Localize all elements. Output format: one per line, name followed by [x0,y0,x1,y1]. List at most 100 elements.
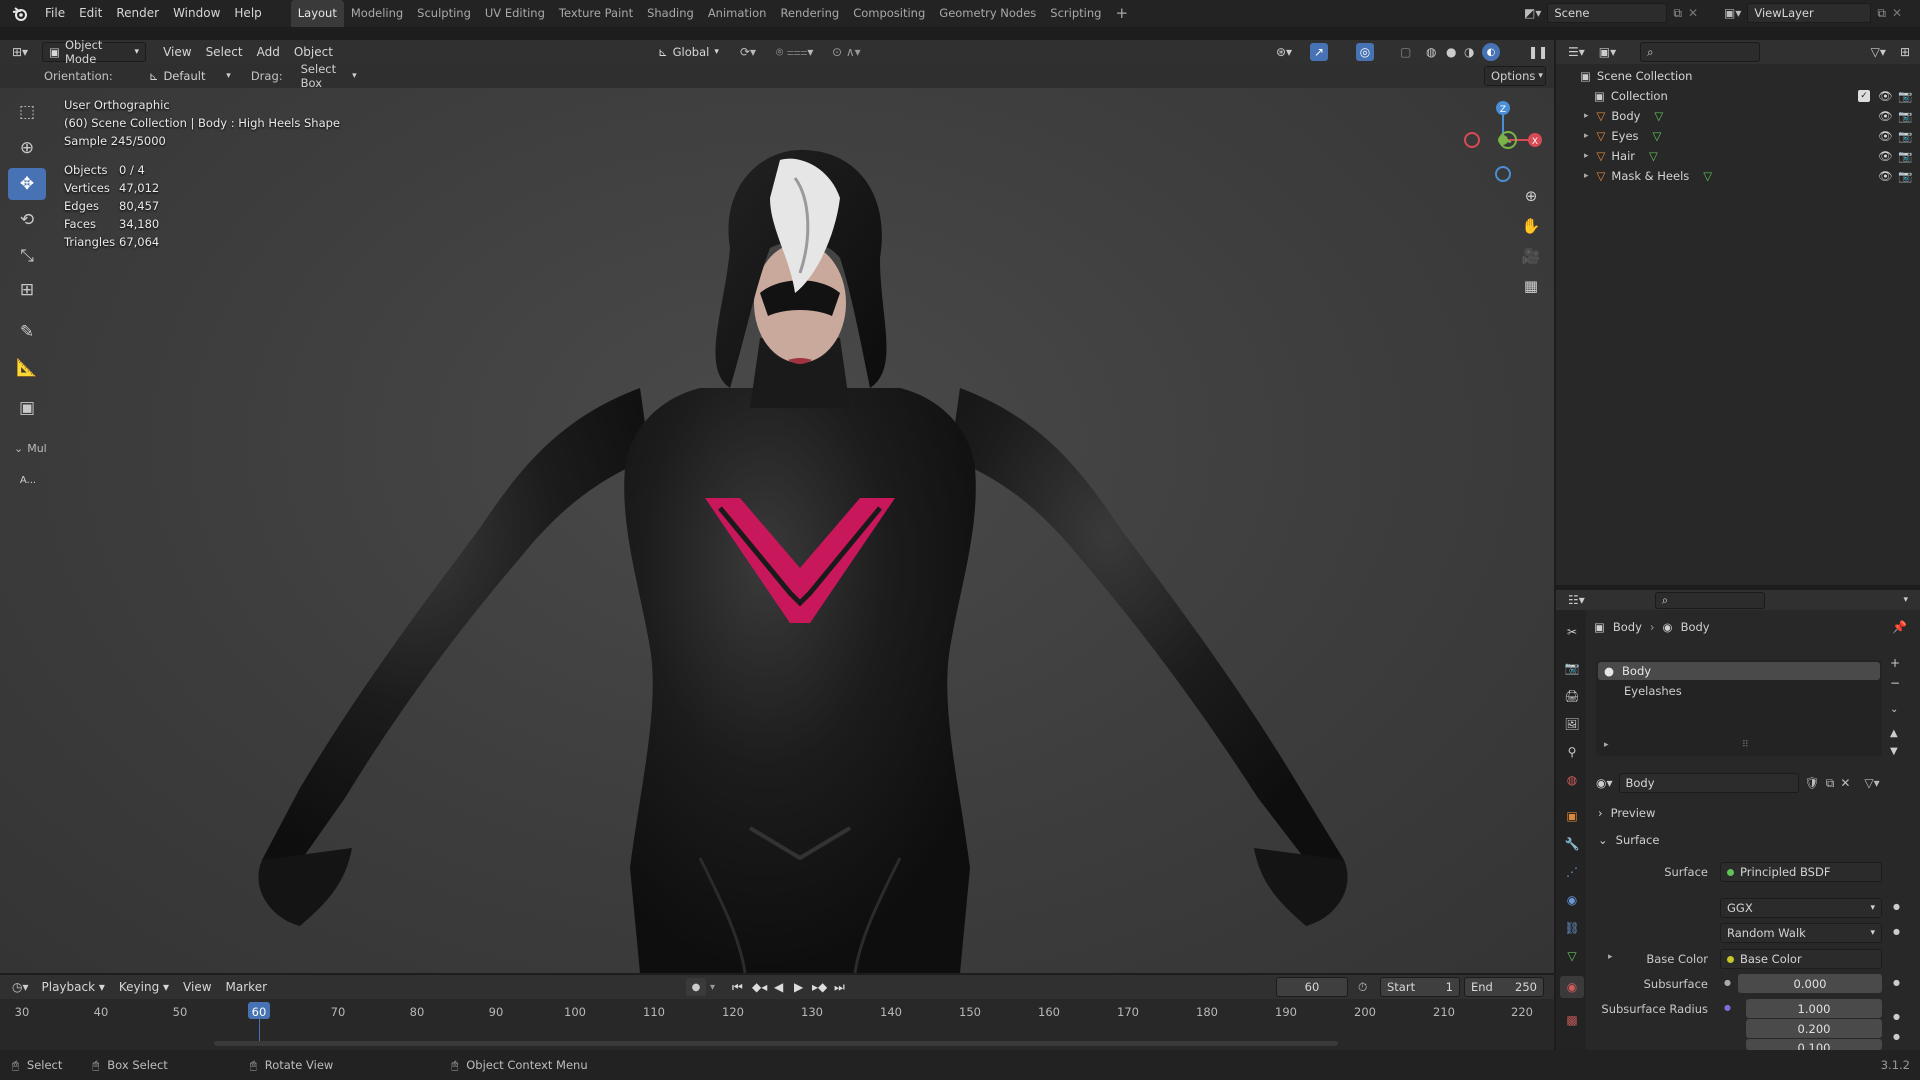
expand-arrow-icon[interactable]: ▸ [1584,171,1589,181]
render-tab-icon[interactable]: 📷 [1564,660,1580,676]
zoom-icon[interactable]: ⊕ [1518,183,1544,209]
proportional-edit-icon[interactable]: ⊙ ∧▾ [832,45,861,59]
keyframe-dot-icon[interactable]: ● [1893,978,1900,987]
vp-menu-add[interactable]: Add [250,39,287,66]
pan-hand-icon[interactable]: ✋ [1518,213,1544,239]
vp-menu-select[interactable]: Select [199,39,250,66]
physics-tab-icon[interactable]: ◉ [1564,892,1580,908]
chevron-down-icon[interactable]: ▾ [1903,595,1908,605]
add-slot-icon[interactable]: + [1890,656,1900,670]
keyframe-dot-icon[interactable]: ● [1893,902,1900,911]
tab-animation[interactable]: Animation [701,0,774,27]
stopwatch-icon[interactable]: ⏱ [1358,980,1367,995]
timeline-editor-icon[interactable]: ◷▾ [12,980,29,994]
close-viewlayer-icon[interactable]: ✕ [1892,6,1902,20]
cursor-tool-icon[interactable]: ⊕ [8,132,46,164]
blender-logo-icon[interactable] [8,2,32,26]
transform-tool-icon[interactable]: ⊞ [8,274,46,306]
pause-render-icon[interactable]: ❚❚ [1528,45,1548,59]
menu-help[interactable]: Help [227,0,268,27]
overlay-toggle-icon[interactable]: ◎ [1356,43,1374,61]
properties-editor-icon[interactable]: ☷▾ [1568,593,1585,607]
options-dropdown[interactable]: Options ▾ [1484,66,1546,86]
material-shading-icon[interactable]: ◑ [1464,45,1474,59]
camera-icon[interactable]: 📷 [1898,129,1912,143]
modifier-tab-icon[interactable]: 🔧 [1564,836,1580,852]
base-color-field[interactable]: Base Color [1720,949,1882,969]
outliner-search-input[interactable]: ⌕ [1640,42,1761,62]
tab-compositing[interactable]: Compositing [846,0,932,27]
play-icon[interactable]: ▶ [794,980,803,994]
ortho-grid-icon[interactable]: ▦ [1518,273,1544,299]
mesh-data-icon[interactable]: ▽ [1653,129,1662,143]
prev-keyframe-icon[interactable]: ◆◂ [752,980,767,994]
keyframe-dot-icon[interactable]: ● [1893,1032,1900,1041]
new-collection-icon[interactable]: ⊞ [1900,45,1910,59]
particles-tab-icon[interactable]: ⋰ [1564,864,1580,880]
output-tab-icon[interactable]: 🖨 [1564,688,1580,704]
solid-shading-icon[interactable]: ● [1446,45,1456,59]
filter-icon[interactable]: ▽▾ [1871,45,1886,59]
tab-uv-editing[interactable]: UV Editing [478,0,552,27]
transform-orientation-dropdown[interactable]: ⊾ Global ▾ [652,42,730,62]
checkbox-icon[interactable]: ✓ [1858,90,1870,102]
vp-menu-view[interactable]: View [156,39,198,66]
annotate-tool-icon[interactable]: ✎ [8,316,46,348]
auto-keying-icon[interactable]: ● [686,978,706,996]
gizmo-toggle-icon[interactable]: ↗ [1310,43,1328,61]
outliner-row-collection[interactable]: ▣ Collection ✓ 👁 📷 [1556,86,1920,106]
start-frame-field[interactable]: Start 1 [1380,977,1460,997]
world-tab-icon[interactable]: ◍ [1564,772,1580,788]
socket-icon[interactable]: ● [1724,978,1731,987]
add-cube-tool-icon[interactable]: ▣ [8,392,46,424]
scene-tab-icon[interactable]: ⚲ [1564,744,1580,760]
pivot-icon[interactable]: ⟳▾ [740,45,756,59]
tab-sculpting[interactable]: Sculpting [410,0,478,27]
tab-shading[interactable]: Shading [640,0,701,27]
view-layer-tab-icon[interactable]: 🖼 [1564,716,1580,732]
material-tab-icon[interactable]: ◉ [1560,976,1584,998]
camera-icon[interactable]: 📷 [1898,149,1912,163]
subsurface-radius-z[interactable]: 0.100 [1746,1039,1882,1050]
scene-selector[interactable]: ◩▾ Scene ⧉ ✕ [1524,3,1704,23]
drag-dropdown[interactable]: Select Box ▾ [295,62,363,90]
move-up-icon[interactable]: ▲ [1890,728,1898,739]
scale-tool-icon[interactable]: ⤡ [8,240,46,272]
expand-arrow-icon[interactable]: ▸ [1584,111,1589,121]
tool-extra-button[interactable]: A... [14,470,42,490]
outliner-row-hair[interactable]: ▸ ▽ Hair ▽ 👁 📷 [1556,146,1920,166]
material-slot-row[interactable]: ● Body [1598,662,1880,680]
menu-file[interactable]: File [38,0,72,27]
expand-arrow-icon[interactable]: ▸ [1584,151,1589,161]
slot-specials-icon[interactable]: ⌄ [1890,704,1898,715]
tool-panel-header[interactable]: ⌄ Mul [14,442,47,455]
display-mode-icon[interactable]: ▣▾ [1599,45,1616,59]
scene-name-field[interactable]: Scene [1547,3,1668,23]
snap-icon[interactable]: ⌾ ⩶▾ [776,45,813,60]
next-keyframe-icon[interactable]: ▸◆ [812,980,827,994]
mesh-data-icon[interactable]: ▽ [1654,109,1663,123]
outliner-editor-icon[interactable]: ☰▾ [1568,45,1585,59]
mesh-data-icon[interactable]: ▽ [1703,169,1712,183]
rendered-shading-icon[interactable]: ◐ [1482,43,1500,61]
keyframe-dot-icon[interactable]: ● [1893,1012,1900,1021]
viewlayer-name-field[interactable]: ViewLayer [1747,3,1872,23]
mesh-data-icon[interactable]: ▽ [1649,149,1658,163]
outliner-row-mask-heels[interactable]: ▸ ▽ Mask & Heels ▽ 👁 📷 [1556,166,1920,186]
menu-playback[interactable]: Playback ▾ [35,974,112,1001]
editor-type-icon[interactable]: ⊞▾ [12,45,28,59]
tool-tab-icon[interactable]: ✂ [1564,624,1580,640]
close-scene-icon[interactable]: ✕ [1688,6,1698,20]
outliner-row-eyes[interactable]: ▸ ▽ Eyes ▽ 👁 📷 [1556,126,1920,146]
material-name-field[interactable]: Body [1618,773,1799,793]
new-scene-icon[interactable]: ⧉ [1673,6,1682,21]
outliner-row-scene-collection[interactable]: ▣ Scene Collection [1556,66,1920,86]
eye-icon[interactable]: 👁 [1878,129,1893,143]
tab-geometry-nodes[interactable]: Geometry Nodes [932,0,1043,27]
outliner-row-body[interactable]: ▸ ▽ Body ▽ 👁 📷 [1556,106,1920,126]
3d-viewport[interactable]: ⬚ ⊕ ✥ ⟲ ⤡ ⊞ ✎ 📐 ▣ ⌄ Mul A... User Orthogr… [0,88,1554,973]
jump-end-icon[interactable]: ⏭ [834,980,845,995]
add-workspace-icon[interactable]: + [1108,0,1135,27]
surface-panel-header[interactable]: ⌄ Surface [1598,833,1659,847]
menu-edit[interactable]: Edit [72,0,109,27]
